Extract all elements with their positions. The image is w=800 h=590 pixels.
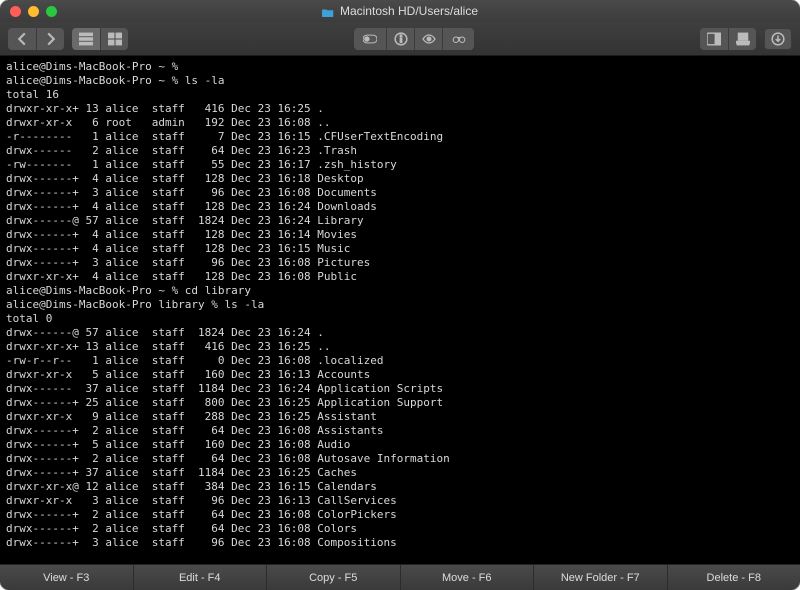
bottom-bar: View - F3 Edit - F4 Copy - F5 Move - F6 … [0, 564, 800, 590]
view-button[interactable]: View - F3 [0, 565, 134, 590]
nav-group [8, 28, 64, 50]
info-button[interactable] [386, 28, 414, 50]
forward-button[interactable] [36, 28, 64, 50]
window-title: Macintosh HD/Users/alice [340, 4, 478, 18]
toolbar [0, 22, 800, 56]
folder-icon [322, 6, 334, 16]
zoom-icon[interactable] [46, 6, 57, 17]
app-window: Macintosh HD/Users/alice alice@Dims-MacB… [0, 0, 800, 590]
panel-button[interactable] [700, 28, 728, 50]
icon-view-button[interactable] [72, 28, 100, 50]
right-group [700, 28, 756, 50]
view-mode-group [72, 28, 128, 50]
list-view-button[interactable] [100, 28, 128, 50]
copy-button[interactable]: Copy - F5 [267, 565, 401, 590]
minimize-icon[interactable] [28, 6, 39, 17]
download-button[interactable] [764, 28, 792, 50]
move-button[interactable]: Move - F6 [401, 565, 535, 590]
center-group [354, 28, 474, 50]
preview-button[interactable] [414, 28, 442, 50]
close-icon[interactable] [10, 6, 21, 17]
binoculars-button[interactable] [442, 28, 474, 50]
delete-button[interactable]: Delete - F8 [668, 565, 800, 590]
new-folder-button[interactable]: New Folder - F7 [534, 565, 668, 590]
toggle-button[interactable] [354, 28, 386, 50]
back-button[interactable] [8, 28, 36, 50]
edit-button[interactable]: Edit - F4 [134, 565, 268, 590]
window-controls [10, 6, 57, 17]
title-bar: Macintosh HD/Users/alice [0, 0, 800, 22]
terminal-output[interactable]: alice@Dims-MacBook-Pro ~ % alice@Dims-Ma… [0, 56, 800, 564]
stack-button[interactable] [728, 28, 756, 50]
